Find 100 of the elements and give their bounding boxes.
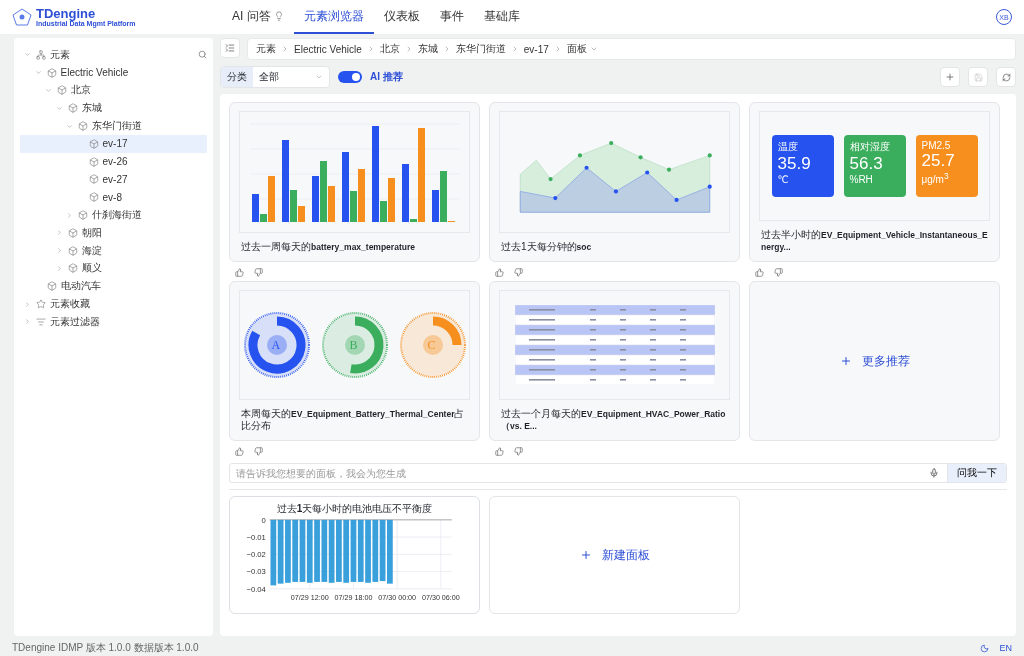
tree-item[interactable]: Electric Vehicle xyxy=(20,63,207,82)
card-title: 过去一个月每天的EV_Equipment_HVAC_Power_Ratio（vs. E... xyxy=(500,408,727,432)
category-select[interactable]: 分类 全部 xyxy=(220,66,330,88)
tree-item[interactable]: 电动汽车 xyxy=(20,277,207,296)
nav-tab[interactable]: 仪表板 xyxy=(373,0,430,34)
data-point xyxy=(552,195,557,201)
thumbs-up-icon[interactable] xyxy=(495,267,504,277)
tree-item[interactable]: 海淀 xyxy=(20,241,207,260)
microphone-icon[interactable] xyxy=(929,468,939,478)
donut-letter: C xyxy=(427,338,436,353)
tile-label: PM2.5 xyxy=(921,140,952,151)
thumbs-up-icon[interactable] xyxy=(495,446,504,456)
cube-icon xyxy=(67,227,78,238)
moon-icon[interactable] xyxy=(980,643,990,653)
recommendation-card[interactable]: 过去一个月每天的EV_Equipment_HVAC_Power_Ratio（vs. E... xyxy=(489,281,740,441)
cube-icon xyxy=(46,67,57,78)
caret-down-icon xyxy=(34,69,42,77)
filter-icon xyxy=(36,316,46,327)
chart-title: 过去1天每小时的电池电压不平衡度 xyxy=(276,502,433,516)
version-text: TDengine IDMP 版本 1.0.0 数据版本 1.0.0 xyxy=(12,641,199,655)
tree-item[interactable]: ev-26 xyxy=(20,152,207,171)
recommendation-card[interactable]: 过去1天每分钟的soc xyxy=(489,102,740,262)
cube-icon xyxy=(67,103,78,114)
breadcrumb-item[interactable]: 面板 xyxy=(566,42,598,56)
card-title: 过去一周每天的battery_max_temperature xyxy=(240,241,416,253)
nav-tab[interactable]: 基础库 xyxy=(473,0,530,34)
tree-item[interactable]: 什刹海街道 xyxy=(20,206,207,224)
tile-value: 56.3 xyxy=(849,154,884,174)
more-recommendations-button[interactable]: 更多推荐 xyxy=(749,281,1000,441)
data-point xyxy=(577,153,582,158)
data-point xyxy=(644,170,649,175)
thumbs-down-icon[interactable] xyxy=(254,446,263,456)
tree-item[interactable]: 东华门街道 xyxy=(20,117,207,135)
cube-icon xyxy=(88,174,99,185)
recommendation-card[interactable]: A B C 本周每天的EV_Equipment_Battery_Thermal_Center占比分布 xyxy=(229,281,480,441)
breadcrumb-item[interactable]: Electric Vehicle xyxy=(294,43,362,55)
nav-tab[interactable]: AI 问答 xyxy=(222,0,294,34)
axis-label: −0.03 xyxy=(246,567,266,577)
caret-right-icon xyxy=(55,229,63,237)
collapse-button[interactable] xyxy=(220,38,240,58)
tile-unit: ℃ xyxy=(777,174,790,185)
tree-item[interactable]: 元素 xyxy=(20,46,207,64)
nav-tab[interactable]: 事件 xyxy=(429,0,474,34)
donut-letter: B xyxy=(349,338,358,353)
recommendation-card[interactable]: 温度 35.9 ℃ 相对湿度 56.3 %RH PM2.5 25.7 μg/m$^{3}$ 过去半小时的EV_Equipment_Vehicle_Instantaneous_Energy... xyxy=(749,102,1000,262)
thumbs-up-icon[interactable] xyxy=(235,446,244,456)
ask-field[interactable]: 请告诉我您想要的面板，我会为您生成 问我一下 xyxy=(229,463,1007,483)
card-title: 过去半小时的EV_Equipment_Vehicle_Instantaneous_Energy... xyxy=(760,229,989,253)
tree-item[interactable]: ev-17 xyxy=(20,135,207,153)
tree-item[interactable]: 北京 xyxy=(20,81,207,100)
caret-right-icon xyxy=(24,318,31,326)
tree-item[interactable]: 东城 xyxy=(20,99,207,118)
search-icon[interactable] xyxy=(198,50,207,60)
plus-icon xyxy=(579,549,592,561)
new-panel-button[interactable]: 新建面板 xyxy=(489,496,740,614)
donut-chart-drawing xyxy=(398,311,467,379)
brand-name: TDengine xyxy=(36,7,97,20)
add-button[interactable] xyxy=(940,67,960,87)
data-point xyxy=(613,189,618,194)
breadcrumb-item[interactable]: 北京 xyxy=(379,42,400,56)
toggle-label: AI 推荐 xyxy=(370,70,403,84)
cube-icon xyxy=(88,192,99,203)
thumbs-down-icon[interactable] xyxy=(514,267,523,277)
thumbs-down-icon[interactable] xyxy=(514,446,523,456)
data-point xyxy=(707,153,712,158)
caret-down-icon xyxy=(66,122,73,130)
thumbs-down-icon[interactable] xyxy=(254,267,263,277)
recommendation-card[interactable]: 过去一周每天的battery_max_temperature xyxy=(229,102,480,262)
thumbs-down-icon[interactable] xyxy=(774,267,783,277)
breadcrumb-item[interactable]: 东城 xyxy=(417,42,438,56)
ai-toggle[interactable] xyxy=(338,71,362,83)
ask-button[interactable]: 问我一下 xyxy=(947,464,1006,482)
tree-item[interactable]: 元素过滤器 xyxy=(20,312,207,331)
thumbs-up-icon[interactable] xyxy=(755,267,764,277)
data-point xyxy=(638,155,643,160)
cube-icon xyxy=(67,263,78,274)
data-point xyxy=(674,197,679,203)
card-title: 过去1天每分钟的soc xyxy=(500,241,593,253)
data-point xyxy=(548,177,553,182)
donut-chart-drawing xyxy=(242,311,311,379)
tree-item[interactable]: 朝阳 xyxy=(20,223,207,242)
language-button[interactable]: EN xyxy=(999,643,1012,653)
tree-item[interactable]: ev-8 xyxy=(20,188,207,207)
breadcrumb-item[interactable]: 东华门街道 xyxy=(455,42,506,56)
cube-icon xyxy=(57,85,67,96)
breadcrumb-item[interactable]: 元素 xyxy=(256,42,276,56)
tree-item[interactable]: 顺义 xyxy=(20,259,207,278)
axis-label: −0.02 xyxy=(246,550,266,560)
tile-value: 25.7 xyxy=(921,151,956,171)
tree-item[interactable]: 元素收藏 xyxy=(20,295,207,313)
caret-down-icon xyxy=(45,87,52,94)
thumbs-up-icon[interactable] xyxy=(235,267,244,277)
caret-right-icon xyxy=(66,211,73,219)
cube-icon xyxy=(78,210,88,221)
tree-item[interactable]: ev-27 xyxy=(20,170,207,189)
breadcrumb-item[interactable]: ev-17 xyxy=(523,43,549,55)
refresh-button[interactable] xyxy=(996,67,1016,87)
data-point xyxy=(584,165,589,170)
cube-icon xyxy=(46,281,57,292)
caret-down-icon xyxy=(589,45,598,53)
